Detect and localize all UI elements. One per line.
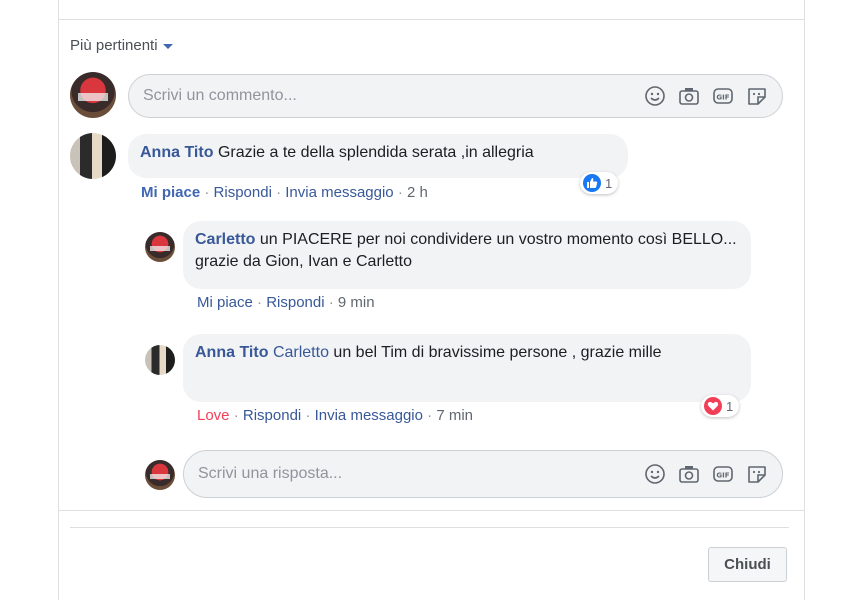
camera-icon[interactable] bbox=[678, 463, 700, 485]
gif-icon[interactable]: GIF bbox=[712, 85, 734, 107]
separator: · bbox=[305, 407, 315, 424]
separator: · bbox=[257, 294, 267, 311]
comment-bubble: Anna Tito Grazie a te della splendida se… bbox=[128, 134, 628, 178]
like-button[interactable]: Mi piace bbox=[141, 184, 200, 201]
separator: · bbox=[204, 184, 214, 201]
separator: · bbox=[233, 407, 243, 424]
emoji-icon[interactable] bbox=[644, 85, 666, 107]
reply-button[interactable]: Rispondi bbox=[243, 407, 301, 424]
separator: · bbox=[276, 184, 286, 201]
comment-actions: Mi piace · Rispondi · Invia messaggio · … bbox=[141, 184, 428, 201]
sticker-icon[interactable] bbox=[746, 85, 768, 107]
reply-text: un PIACERE per noi condividere un vostro… bbox=[195, 231, 737, 270]
message-button[interactable]: Invia messaggio bbox=[315, 407, 423, 424]
timestamp[interactable]: 7 min bbox=[436, 407, 473, 424]
reply-input[interactable]: Scrivi una risposta... GIF bbox=[183, 450, 783, 498]
reply-mention[interactable]: Carletto bbox=[273, 344, 329, 361]
truncated-previous-content bbox=[59, 0, 804, 19]
reaction-count: 1 bbox=[605, 175, 613, 191]
reply-bubble: Carletto un PIACERE per noi condividere … bbox=[183, 221, 751, 289]
reply-button[interactable]: Rispondi bbox=[266, 294, 324, 311]
reply-bubble: Anna Tito Carletto un bel Tim di braviss… bbox=[183, 334, 751, 402]
reaction-count: 1 bbox=[726, 398, 734, 414]
sort-label: Più pertinenti bbox=[70, 37, 158, 54]
timestamp[interactable]: 9 min bbox=[338, 294, 375, 311]
divider bbox=[59, 19, 804, 20]
love-button[interactable]: Love bbox=[197, 407, 230, 424]
divider bbox=[59, 510, 804, 511]
reply-actions: Love · Rispondi · Invia messaggio · 7 mi… bbox=[197, 407, 473, 424]
avatar[interactable] bbox=[70, 133, 116, 179]
like-icon bbox=[583, 174, 601, 192]
like-button[interactable]: Mi piace bbox=[197, 294, 253, 311]
reaction-summary[interactable]: 1 bbox=[580, 172, 619, 194]
separator: · bbox=[427, 407, 437, 424]
close-button[interactable]: Chiudi bbox=[708, 547, 787, 582]
reply-input-placeholder: Scrivi una risposta... bbox=[198, 465, 343, 482]
reaction-summary[interactable]: 1 bbox=[701, 395, 740, 417]
comment-text: Grazie a te della splendida serata ,in a… bbox=[217, 144, 534, 161]
camera-icon[interactable] bbox=[678, 85, 700, 107]
svg-text:GIF: GIF bbox=[716, 472, 729, 480]
divider bbox=[70, 527, 789, 528]
timestamp[interactable]: 2 h bbox=[407, 184, 428, 201]
gif-icon[interactable]: GIF bbox=[712, 463, 734, 485]
sort-dropdown[interactable]: Più pertinenti bbox=[70, 37, 173, 54]
avatar[interactable] bbox=[145, 460, 175, 490]
reply-button[interactable]: Rispondi bbox=[214, 184, 272, 201]
svg-text:GIF: GIF bbox=[716, 94, 729, 102]
avatar[interactable] bbox=[145, 232, 175, 262]
love-icon bbox=[704, 397, 722, 415]
sticker-icon[interactable] bbox=[746, 463, 768, 485]
reply-author[interactable]: Carletto bbox=[195, 231, 255, 248]
emoji-icon[interactable] bbox=[644, 463, 666, 485]
avatar[interactable] bbox=[70, 72, 116, 118]
comments-panel: Più pertinenti Scrivi un commento... GIF… bbox=[58, 0, 805, 600]
reply-text: un bel Tim di bravissime persone , grazi… bbox=[333, 344, 662, 361]
avatar[interactable] bbox=[145, 345, 175, 375]
comment-input[interactable]: Scrivi un commento... GIF bbox=[128, 74, 783, 118]
separator: · bbox=[397, 184, 407, 201]
message-button[interactable]: Invia messaggio bbox=[285, 184, 393, 201]
comment-author[interactable]: Anna Tito bbox=[140, 144, 213, 161]
reply-author[interactable]: Anna Tito bbox=[195, 344, 268, 361]
separator: · bbox=[328, 294, 338, 311]
caret-down-icon bbox=[162, 44, 173, 49]
reply-actions: Mi piace · Rispondi · 9 min bbox=[197, 294, 375, 311]
comment-input-placeholder: Scrivi un commento... bbox=[143, 87, 297, 104]
